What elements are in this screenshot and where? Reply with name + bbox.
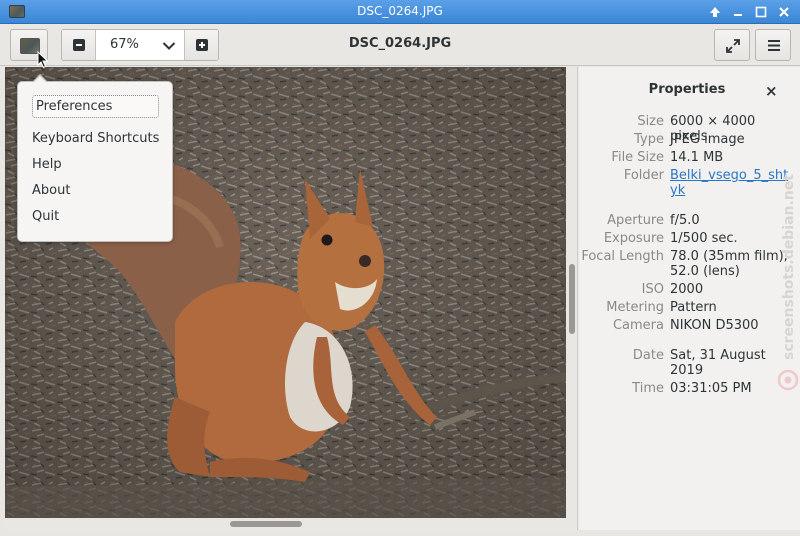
image-title: DSC_0264.JPG (348, 36, 452, 51)
window-keep-above-button[interactable] (706, 4, 724, 20)
property-key: ISO (641, 282, 664, 297)
zoom-out-icon (73, 39, 85, 51)
fullscreen-icon (725, 38, 741, 58)
chevron-down-icon (162, 40, 176, 55)
mouse-cursor-icon (37, 51, 49, 69)
zoom-level-value: 67% (110, 37, 139, 52)
zoom-control: 67% (61, 29, 219, 61)
window-close-button[interactable] (775, 4, 793, 20)
property-key: Time (632, 381, 664, 396)
zoom-level-dropdown[interactable]: 67% (96, 30, 184, 60)
zoom-in-button[interactable] (184, 30, 218, 60)
property-key: Folder (623, 168, 664, 183)
window-titlebar[interactable]: DSC_0264.JPG (0, 0, 800, 24)
hamburger-menu-icon (767, 39, 781, 56)
menu-item-preferences[interactable]: Preferences (32, 95, 159, 118)
property-key: Date (632, 348, 664, 363)
horizontal-scrollbar[interactable] (5, 518, 566, 530)
menu-item-keyboard-shortcuts[interactable]: Keyboard Shortcuts (32, 131, 159, 146)
properties-title: Properties (648, 82, 726, 97)
menu-item-label: Keyboard Shortcuts (32, 131, 160, 146)
property-key: Size (637, 114, 664, 129)
menu-item-help[interactable]: Help (32, 157, 62, 172)
watermark-text: screenshots.debian.net (781, 174, 797, 360)
menu-item-quit[interactable]: Quit (32, 209, 59, 224)
vertical-scroll-thumb[interactable] (569, 264, 575, 334)
properties-panel: Properties × Size 6000 × 4000 pixels Typ… (579, 67, 800, 530)
window-minimize-button[interactable] (729, 4, 747, 20)
watermark: screenshots.debian.net (777, 174, 799, 391)
window-title: DSC_0264.JPG (357, 4, 443, 18)
fullscreen-button[interactable] (714, 29, 750, 61)
horizontal-scroll-thumb[interactable] (230, 521, 302, 527)
menu-item-label: Preferences (36, 99, 113, 114)
property-key: Metering (606, 300, 664, 315)
menu-item-about[interactable]: About (32, 183, 70, 198)
menu-item-label: About (32, 183, 71, 198)
property-key: Exposure (603, 231, 664, 246)
property-key: Type (634, 132, 664, 147)
property-key: Camera (612, 318, 664, 333)
menu-item-label: Quit (32, 209, 60, 224)
zoom-out-button[interactable] (62, 30, 96, 60)
property-key: Aperture (607, 213, 664, 228)
header-bar: 67% DSC_0264.JPG (0, 24, 800, 66)
property-key: Focal Length (581, 249, 664, 264)
vertical-scrollbar[interactable] (566, 67, 578, 530)
menu-item-label: Help (32, 157, 62, 172)
property-value: JPEG image (670, 132, 745, 147)
main-menu-button[interactable] (755, 29, 791, 61)
property-key: File Size (611, 150, 664, 165)
window-maximize-button[interactable] (752, 4, 770, 20)
app-menu-popover: Preferences Keyboard Shortcuts Help Abou… (17, 74, 173, 242)
zoom-in-icon (196, 39, 208, 51)
close-icon[interactable]: × (765, 82, 778, 100)
